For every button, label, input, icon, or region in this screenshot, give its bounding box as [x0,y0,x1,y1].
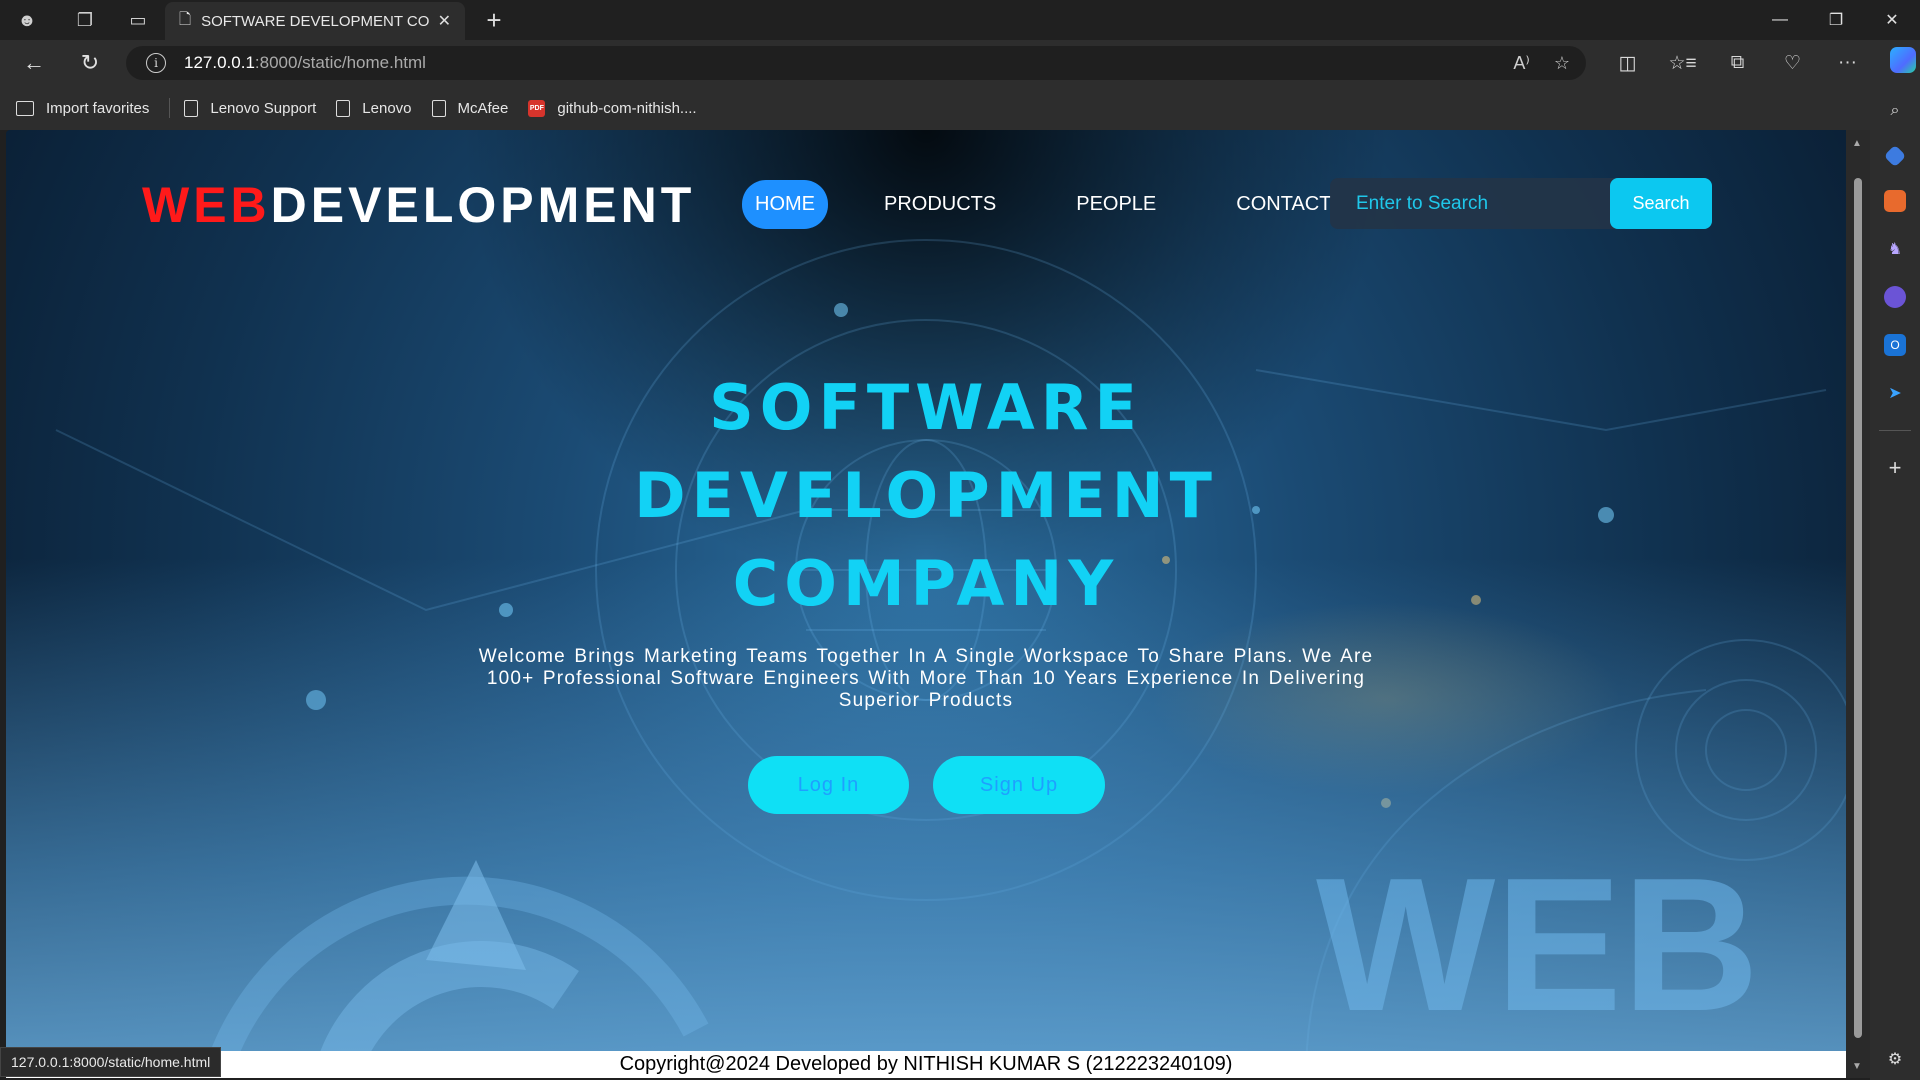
browser-toolbar: ← ↻ i 127.0.0.1:8000/static/home.html A⁾… [0,40,1920,86]
favorite-github[interactable]: PDF github-com-nithish.... [528,99,697,117]
favorite-label: github-com-nithish.... [557,99,697,117]
back-icon[interactable]: ← [6,43,62,83]
hero-title-line: DEVELOPMENT [634,459,1218,532]
page-viewport: WEB WEBDEVELOPMENT HOME PRODUCTS PEOPLE … [6,130,1846,1078]
nav-products[interactable]: PRODUCTS [872,181,1008,228]
site-info-icon[interactable]: i [146,53,166,73]
read-aloud-icon[interactable]: A⁾ [1513,53,1529,74]
page-icon [431,99,446,117]
settings-icon[interactable]: ⚙ [1884,1048,1906,1070]
vertical-tabs-icon[interactable]: ▭ [118,0,158,40]
logo-white-part: DEVELOPMENT [270,177,696,233]
new-tab-button[interactable]: + [474,0,514,40]
status-bar-url: 127.0.0.1:8000/static/home.html [0,1047,222,1077]
divider [169,98,171,118]
pdf-icon: PDF [528,99,546,117]
favorite-label: Import favorites [46,99,150,117]
refresh-icon[interactable]: ↻ [62,43,118,83]
favorite-lenovo[interactable]: Lenovo [336,99,412,117]
site-navigation: HOME PRODUCTS PEOPLE CONTACT [742,180,1399,229]
url-host: 127.0.0.1 [184,53,255,72]
edge-sidebar: ⌕ ♞ O ➤ + ⚙ [1870,86,1920,1080]
workspaces-icon[interactable]: ❐ [65,0,105,40]
scroll-up-icon[interactable]: ▲ [1852,138,1862,149]
more-options-icon[interactable]: ··· [1820,52,1875,74]
tab-active[interactable]: 🗋 SOFTWARE DEVELOPMENT COMPANY ✕ [165,2,465,40]
restore-icon[interactable]: ❐ [1808,0,1864,40]
collections-icon[interactable]: ⧉ [1710,52,1765,74]
split-screen-icon[interactable]: ◫ [1600,52,1655,75]
page-scrollbar[interactable]: ▲ ▼ [1846,130,1870,1078]
footer-copyright: Copyright@2024 Developed by NITHISH KUMA… [6,1051,1846,1078]
address-bar[interactable]: i 127.0.0.1:8000/static/home.html A⁾ ☆ [126,46,1586,80]
profile-icon[interactable]: ☻ [7,0,47,40]
favorite-label: McAfee [457,99,509,117]
minimize-icon[interactable]: — [1752,0,1808,40]
favorites-icon[interactable]: ☆≡ [1655,52,1710,75]
outlook-icon[interactable]: O [1884,334,1906,356]
favorites-bar: Import favorites Lenovo Support Lenovo M… [0,86,1920,130]
send-icon[interactable]: ➤ [1884,382,1906,404]
page-icon: 🗋 [179,10,192,28]
login-button[interactable]: Log In [748,756,909,814]
favorite-lenovo-support[interactable]: Lenovo Support [184,99,317,117]
nav-home[interactable]: HOME [742,180,828,229]
hero-description: Welcome Brings Marketing Teams Together … [478,646,1374,711]
hero-title-line: COMPANY [732,547,1120,620]
background-web-text: WEB [1316,839,1759,1051]
url-path: :8000/static/home.html [254,53,426,72]
page-icon [336,99,351,117]
favorite-star-icon[interactable]: ☆ [1554,53,1570,74]
import-icon [16,100,34,116]
favorite-label: Lenovo Support [210,99,317,117]
divider [1879,430,1911,431]
tab-title: SOFTWARE DEVELOPMENT COMPANY [201,12,430,30]
nav-contact[interactable]: CONTACT [1224,181,1343,228]
tools-icon[interactable] [1884,190,1906,212]
close-window-icon[interactable]: ✕ [1864,0,1920,40]
hero-title: SOFTWARE DEVELOPMENT COMPANY [406,364,1446,628]
favorite-mcafee[interactable]: McAfee [431,99,509,117]
favorite-label: Lenovo [362,99,412,117]
page-icon [184,99,199,117]
search-icon[interactable]: ⌕ [1884,100,1906,122]
scrollbar-thumb[interactable] [1854,178,1862,1038]
favorite-import[interactable]: Import favorites [16,100,149,117]
scroll-down-icon[interactable]: ▼ [1852,1061,1862,1072]
search-form: Search [1330,178,1712,229]
copilot-icon[interactable] [1875,47,1920,79]
hero-title-line: SOFTWARE [709,371,1143,444]
browser-tab-bar: ☻ ❐ ▭ 🗋 SOFTWARE DEVELOPMENT COMPANY ✕ +… [0,0,1920,40]
add-icon[interactable]: + [1884,455,1906,480]
shopping-tag-icon[interactable] [1883,144,1907,168]
browser-essentials-icon[interactable]: ♡ [1765,52,1820,75]
games-icon[interactable]: ♞ [1884,238,1906,260]
search-button[interactable]: Search [1610,178,1712,229]
copilot-sidebar-icon[interactable] [1884,286,1906,308]
close-tab-icon[interactable]: ✕ [438,11,451,31]
search-input[interactable] [1330,178,1606,229]
signup-button[interactable]: Sign Up [933,756,1105,814]
nav-people[interactable]: PEOPLE [1064,181,1168,228]
site-logo[interactable]: WEBDEVELOPMENT [142,176,695,234]
logo-red-part: WEB [142,177,271,233]
